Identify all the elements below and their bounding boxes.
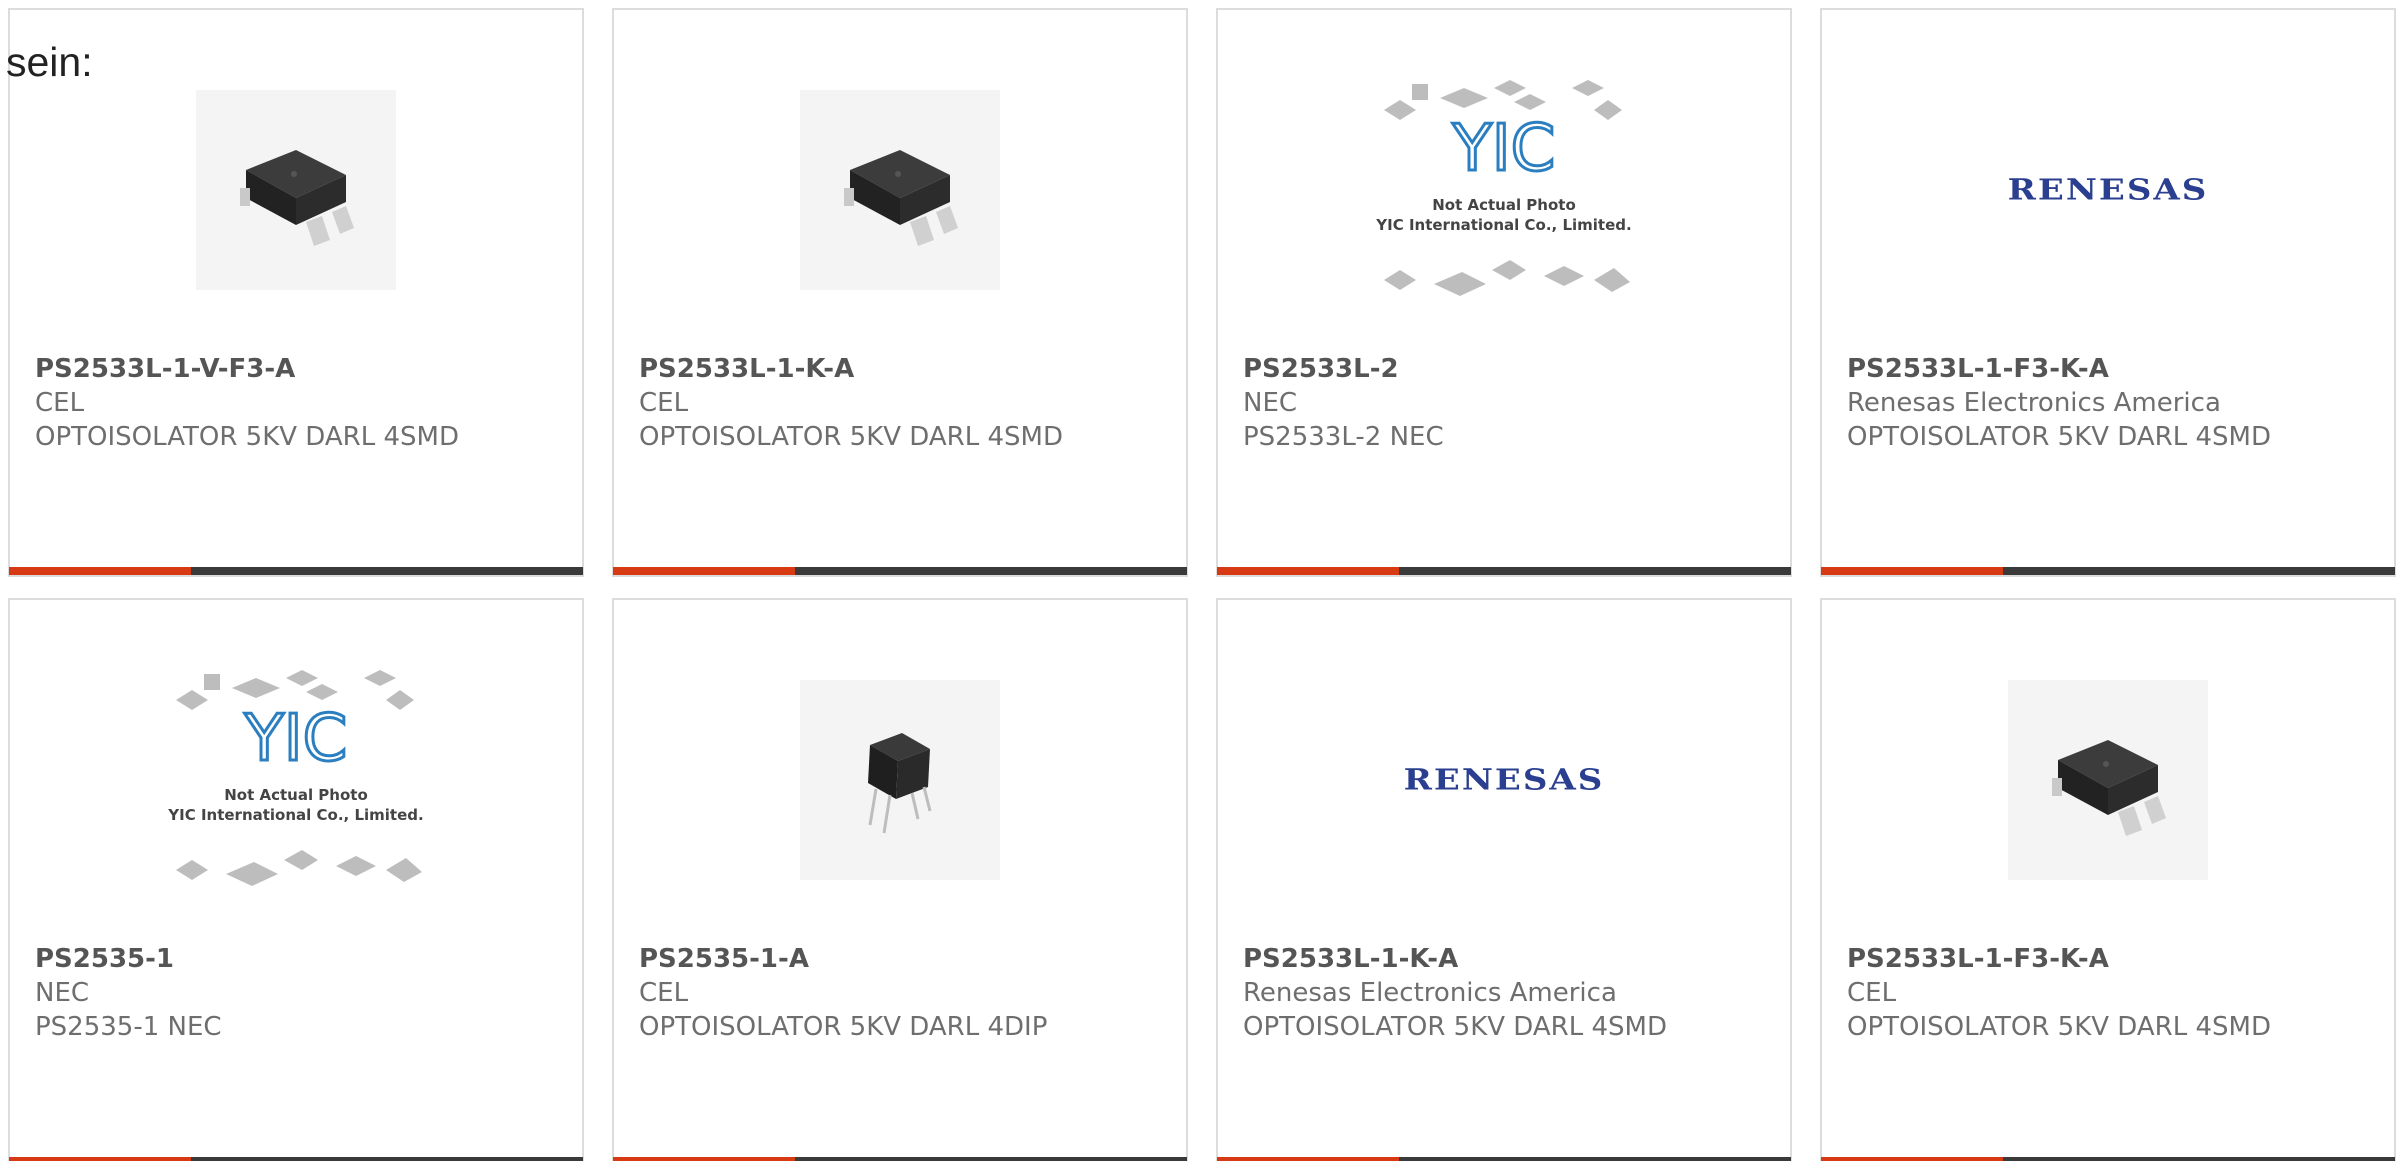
product-info: PS2533L-1-F3-K-A Renesas Electronics Ame…	[1847, 352, 2382, 454]
product-image[interactable]: YIC Not Actual Photo YIC International C…	[1218, 80, 1790, 300]
part-number-link[interactable]: PS2533L-1-K-A	[639, 352, 1174, 386]
card-bar-accent	[1821, 1157, 2003, 1161]
card-bar-accent	[1821, 567, 2003, 575]
smd-package-photo	[2008, 680, 2208, 880]
product-card[interactable]: PS2533L-1-K-A CEL OPTOISOLATOR 5KV DARL …	[612, 8, 1188, 577]
renesas-logo: RENESAS	[1403, 763, 1605, 797]
part-number-link[interactable]: PS2533L-1-F3-K-A	[1847, 942, 2382, 976]
card-bottom-bar	[1821, 567, 2395, 575]
smd-package-photo	[196, 90, 396, 290]
manufacturer: NEC	[1243, 388, 1298, 418]
product-info: PS2533L-1-F3-K-A CEL OPTOISOLATOR 5KV DA…	[1847, 942, 2382, 1044]
description: OPTOISOLATOR 5KV DARL 4DIP	[639, 1012, 1048, 1042]
product-card[interactable]: PS2533L-1-F3-K-A CEL OPTOISOLATOR 5KV DA…	[1820, 598, 2396, 1161]
placeholder-line2: YIC International Co., Limited.	[1375, 216, 1631, 234]
placeholder-line1: Not Actual Photo	[224, 786, 368, 804]
card-bar-accent	[1217, 1157, 1399, 1161]
card-bottom-bar	[1217, 1157, 1791, 1161]
part-number-link[interactable]: PS2533L-2	[1243, 352, 1778, 386]
placeholder-line1: Not Actual Photo	[1432, 196, 1576, 214]
lead-text: sein:	[6, 39, 93, 85]
description: PS2533L-2 NEC	[1243, 422, 1444, 452]
product-info: PS2533L-1-V-F3-A CEL OPTOISOLATOR 5KV DA…	[35, 352, 570, 454]
description: OPTOISOLATOR 5KV DARL 4SMD	[639, 422, 1063, 452]
manufacturer: Renesas Electronics America	[1847, 388, 2221, 418]
smd-package-icon	[844, 150, 958, 246]
description: OPTOISOLATOR 5KV DARL 4SMD	[1243, 1012, 1667, 1042]
product-image[interactable]	[10, 80, 582, 300]
renesas-logo: RENESAS	[2007, 173, 2209, 207]
card-bottom-bar	[613, 567, 1187, 575]
description: PS2535-1 NEC	[35, 1012, 222, 1042]
manufacturer: CEL	[35, 388, 85, 418]
card-bottom-bar	[613, 1157, 1187, 1161]
card-bar-accent	[613, 1157, 795, 1161]
card-bottom-bar	[1821, 1157, 2395, 1161]
smd-package-icon	[240, 150, 354, 246]
yic-logo-text: YIC	[1452, 112, 1556, 186]
card-bar-accent	[9, 567, 191, 575]
product-image[interactable]	[614, 80, 1186, 300]
placeholder-line2: YIC International Co., Limited.	[167, 806, 423, 824]
part-number-link[interactable]: PS2535-1-A	[639, 942, 1174, 976]
product-image[interactable]: RENESAS	[1218, 670, 1790, 890]
card-bottom-bar	[1217, 567, 1791, 575]
yic-placeholder-icon: YIC Not Actual Photo YIC International C…	[167, 670, 424, 886]
description: OPTOISOLATOR 5KV DARL 4SMD	[1847, 1012, 2271, 1042]
card-bar-accent	[1217, 567, 1399, 575]
product-card[interactable]: RENESAS PS2533L-1-F3-K-A Renesas Electro…	[1820, 8, 2396, 577]
yic-logo-text: YIC	[244, 702, 348, 776]
card-bar-accent	[9, 1157, 191, 1161]
product-grid-page: sein: PS2533L-1-V-F3-A CEL OPTOISOLATOR …	[0, 0, 2400, 1161]
product-image[interactable]: RENESAS	[1822, 80, 2394, 300]
yic-placeholder-icon: YIC Not Actual Photo YIC International C…	[1375, 80, 1632, 296]
card-bottom-bar	[9, 1157, 583, 1161]
product-info: PS2533L-1-K-A Renesas Electronics Americ…	[1243, 942, 1778, 1044]
product-card[interactable]: PS2533L-1-V-F3-A CEL OPTOISOLATOR 5KV DA…	[8, 8, 584, 577]
part-number-link[interactable]: PS2533L-1-V-F3-A	[35, 352, 570, 386]
product-info: PS2535-1-A CEL OPTOISOLATOR 5KV DARL 4DI…	[639, 942, 1174, 1044]
dip-package-icon	[868, 733, 932, 834]
smd-package-photo	[800, 90, 1000, 290]
dip-package-photo	[800, 680, 1000, 880]
smd-package-icon	[2052, 740, 2166, 836]
card-bottom-bar	[9, 567, 583, 575]
product-card[interactable]: RENESAS PS2533L-1-K-A Renesas Electronic…	[1216, 598, 1792, 1161]
manufacturer: NEC	[35, 978, 90, 1008]
product-image[interactable]: YIC Not Actual Photo YIC International C…	[10, 670, 582, 890]
description: OPTOISOLATOR 5KV DARL 4SMD	[1847, 422, 2271, 452]
card-bar-accent	[613, 567, 795, 575]
part-number-link[interactable]: PS2533L-1-F3-K-A	[1847, 352, 2382, 386]
part-number-link[interactable]: PS2533L-1-K-A	[1243, 942, 1778, 976]
manufacturer: CEL	[639, 978, 689, 1008]
product-image[interactable]	[614, 670, 1186, 890]
product-image[interactable]	[1822, 670, 2394, 890]
part-number-link[interactable]: PS2535-1	[35, 942, 570, 976]
product-info: PS2533L-2 NEC PS2533L-2 NEC	[1243, 352, 1778, 454]
description: OPTOISOLATOR 5KV DARL 4SMD	[35, 422, 459, 452]
product-info: PS2535-1 NEC PS2535-1 NEC	[35, 942, 570, 1044]
product-card[interactable]: PS2535-1-A CEL OPTOISOLATOR 5KV DARL 4DI…	[612, 598, 1188, 1161]
manufacturer: Renesas Electronics America	[1243, 978, 1617, 1008]
product-card[interactable]: YIC Not Actual Photo YIC International C…	[8, 598, 584, 1161]
product-card[interactable]: YIC Not Actual Photo YIC International C…	[1216, 8, 1792, 577]
manufacturer: CEL	[1847, 978, 1897, 1008]
product-info: PS2533L-1-K-A CEL OPTOISOLATOR 5KV DARL …	[639, 352, 1174, 454]
manufacturer: CEL	[639, 388, 689, 418]
